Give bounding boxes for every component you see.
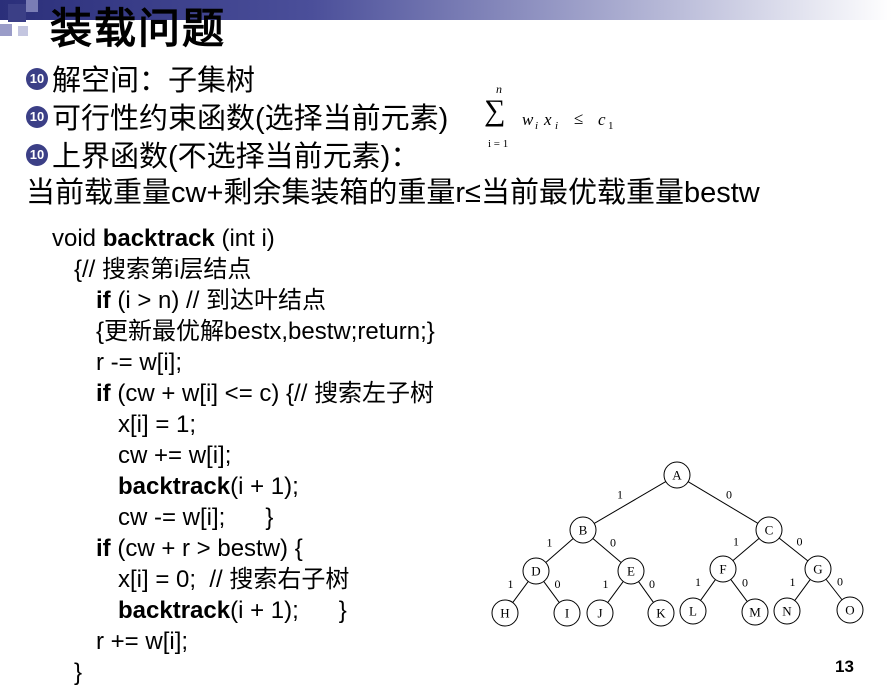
decor-square: [0, 24, 12, 36]
code-line: r += w[i];: [96, 628, 189, 655]
tree-edge-label: 0: [649, 577, 655, 591]
tree-node-label: J: [597, 606, 602, 621]
bullet-feasibility: 10 可行性约束函数(选择当前元素): [26, 102, 448, 136]
tree-edge-label: 0: [797, 535, 803, 549]
code-line: if (cw + r > bestw) {: [96, 535, 303, 562]
formula-le: ≤: [574, 109, 584, 128]
tree-edge: [687, 481, 759, 524]
code-line: cw += w[i];: [118, 442, 232, 469]
formula-c: c: [598, 110, 606, 129]
code-line: backtrack(i + 1);: [118, 473, 299, 500]
tree-edge: [700, 579, 716, 601]
code-line: void backtrack (int i): [52, 225, 275, 252]
tree-edge-label: 1: [617, 488, 623, 502]
numbered-circle-icon: 10: [26, 68, 48, 91]
tree-edge-label: 1: [695, 575, 701, 589]
tree-edge: [778, 537, 809, 562]
tree-node-label: B: [579, 523, 588, 538]
tree-node-label: K: [656, 606, 666, 621]
sum-lower: i = 1: [488, 138, 509, 150]
formula-c-sub: 1: [608, 120, 614, 132]
tree-node-label: A: [672, 468, 682, 483]
decor-square: [8, 4, 26, 22]
code-line: x[i] = 0; // 搜索右子树: [118, 566, 350, 593]
bound-description: 当前载重量cw+剩余集装箱的重量r≤当前最优载重量bestw: [26, 177, 760, 209]
page-number: 13: [835, 657, 854, 676]
bullet-text: 解空间：子集树: [52, 65, 256, 97]
tree-node-label: D: [531, 564, 540, 579]
tree-edge-label: 1: [603, 577, 609, 591]
numbered-circle-icon: 10: [26, 106, 48, 129]
tree-node-label: H: [500, 606, 509, 621]
tree-node-label: E: [627, 564, 635, 579]
bullet-text: 可行性约束函数(选择当前元素): [52, 103, 449, 135]
tree-node-label: I: [565, 606, 569, 621]
code-line: }: [74, 659, 83, 686]
tree-edge-label: 1: [733, 535, 739, 549]
code-line: {// 搜索第i层结点: [74, 256, 252, 283]
code-line: backtrack(i + 1); }: [118, 597, 347, 624]
bullet-text: 上界函数(不选择当前元素)：: [52, 141, 420, 173]
tree-edge-label: 0: [742, 576, 748, 590]
tree-edge: [607, 581, 624, 603]
tree-edge: [593, 481, 667, 524]
formula-w-sub: i: [535, 120, 539, 132]
tree-node-label: C: [765, 523, 774, 538]
tree-edge-label: 0: [837, 575, 843, 589]
tree-edge: [794, 579, 811, 601]
tree-edge-label: 0: [610, 536, 616, 550]
tree-edge-label: 1: [508, 577, 514, 591]
page-title: 装载问题: [50, 5, 227, 52]
bullet-bound: 10 上界函数(不选择当前元素)：: [26, 140, 419, 174]
tree-node-label: G: [813, 562, 822, 577]
tree-edge-label: 0: [555, 577, 561, 591]
code-line: if (i > n) // 到达叶结点: [96, 287, 327, 314]
tree-node-label: F: [719, 562, 726, 577]
code-line: x[i] = 1;: [118, 411, 197, 438]
tree-edge: [592, 538, 622, 563]
code-line: r -= w[i];: [96, 349, 183, 376]
decor-square: [26, 0, 38, 12]
bullet-solution-space: 10 解空间：子集树: [26, 64, 255, 98]
constraint-formula: n ∑ i = 1 w i x i ≤ c 1: [484, 82, 634, 157]
decor-square: [18, 26, 28, 36]
tree-node-label: O: [845, 603, 854, 618]
tree-edge: [512, 581, 529, 603]
tree-node-label: M: [749, 605, 761, 620]
code-line: if (cw + w[i] <= c) {// 搜索左子树: [96, 380, 435, 407]
formula-x-sub: i: [555, 120, 559, 132]
tree-node-label: N: [782, 604, 792, 619]
sum-symbol: ∑: [484, 94, 506, 127]
code-line: cw -= w[i]; }: [118, 504, 274, 531]
formula-w: w: [522, 110, 534, 129]
tree-node-label: L: [689, 604, 697, 619]
numbered-circle-icon: 10: [26, 144, 48, 167]
code-line: {更新最优解bestx,bestw;return;}: [96, 318, 435, 345]
tree-edge-label: 1: [790, 575, 796, 589]
formula-x: x: [544, 110, 552, 129]
tree-edge-label: 1: [547, 536, 553, 550]
subset-tree-diagram: 1 0 1 0 1 0 1 0 1 0 1 0 1 0 A B C D E F G H I J K L M N O: [491, 461, 864, 627]
tree-edge-label: 0: [726, 488, 732, 502]
